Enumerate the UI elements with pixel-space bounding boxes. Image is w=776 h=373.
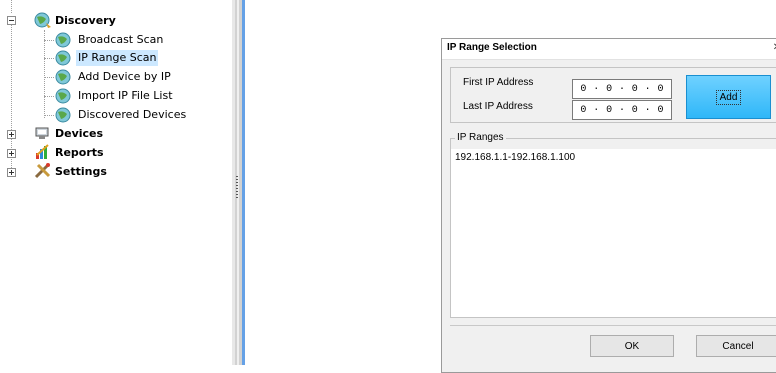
ip-octet: 0 <box>606 83 613 95</box>
tree-item-reports[interactable]: Reports <box>53 145 106 161</box>
close-icon[interactable]: ✕ <box>770 41 776 55</box>
expand-toggle-settings[interactable] <box>7 168 16 177</box>
tree-item-discovery[interactable]: Discovery <box>53 13 118 29</box>
ip-dot: · <box>593 104 600 116</box>
splitter-grip-icon <box>236 176 238 198</box>
reports-icon <box>36 144 49 159</box>
ip-octet: 0 <box>657 104 664 116</box>
expand-toggle-reports[interactable] <box>7 149 16 158</box>
divider <box>450 325 776 326</box>
last-ip-label: Last IP Address <box>463 101 533 112</box>
settings-icon <box>34 163 51 179</box>
ip-dot: · <box>593 83 600 95</box>
cancel-button[interactable]: Cancel <box>696 335 776 357</box>
globe-icon <box>55 69 71 85</box>
navigation-tree: Discovery Broadcast Scan IP Range Scan A… <box>0 0 233 365</box>
ip-dot: · <box>644 104 651 116</box>
add-button[interactable]: Add <box>686 75 771 119</box>
ip-ranges-list[interactable]: 192.168.1.1-192.168.1.100 <box>451 149 776 317</box>
tree-connector <box>44 77 54 78</box>
tree-item-devices[interactable]: Devices <box>53 126 105 142</box>
panel-edge <box>242 0 245 365</box>
tree-connector <box>44 115 54 116</box>
ip-range-selection-dialog: IP Range Selection ✕ First IP Address La… <box>441 38 776 373</box>
devices-icon <box>35 127 49 139</box>
ip-octet: 0 <box>631 104 638 116</box>
first-ip-field[interactable]: 0 · 0 · 0 · 0 <box>572 79 672 99</box>
ip-ranges-legend: IP Ranges <box>455 132 506 143</box>
tree-connector <box>44 30 45 118</box>
tree-connector <box>44 96 54 97</box>
collapse-toggle-discovery[interactable] <box>7 16 16 25</box>
expand-toggle-devices[interactable] <box>7 130 16 139</box>
ip-dot: · <box>644 83 651 95</box>
dialog-title-bar[interactable]: IP Range Selection ✕ <box>442 39 776 60</box>
list-item[interactable]: 192.168.1.1-192.168.1.100 <box>455 152 575 163</box>
tree-item-discovered-devices[interactable]: Discovered Devices <box>76 107 188 123</box>
first-ip-label: First IP Address <box>463 77 534 88</box>
globe-icon <box>55 88 71 104</box>
ip-dot: · <box>618 83 625 95</box>
ok-button[interactable]: OK <box>590 335 674 357</box>
ip-octet: 0 <box>580 104 587 116</box>
ip-octet: 0 <box>657 83 664 95</box>
ip-octet: 0 <box>580 83 587 95</box>
tree-item-import-ip-file-list[interactable]: Import IP File List <box>76 88 175 104</box>
ip-ranges-group: IP Ranges 192.168.1.1-192.168.1.100 <box>450 132 776 318</box>
ip-dot: · <box>618 104 625 116</box>
panel-splitter[interactable] <box>232 0 242 365</box>
ok-button-label: OK <box>624 340 640 352</box>
tree-connector <box>44 58 54 59</box>
globe-icon <box>34 12 51 28</box>
tree-connector <box>44 40 54 41</box>
tree-item-settings[interactable]: Settings <box>53 164 109 180</box>
globe-icon <box>55 32 71 48</box>
ip-octet: 0 <box>631 83 638 95</box>
dialog-title: IP Range Selection <box>447 42 537 53</box>
tree-item-broadcast-scan[interactable]: Broadcast Scan <box>76 32 165 48</box>
globe-icon <box>55 107 71 123</box>
last-ip-field[interactable]: 0 · 0 · 0 · 0 <box>572 100 672 120</box>
globe-icon <box>55 50 71 66</box>
add-button-label: Add <box>715 89 742 105</box>
tree-connector <box>11 0 12 13</box>
cancel-button-label: Cancel <box>722 340 754 352</box>
ip-octet: 0 <box>606 104 613 116</box>
tree-item-add-device-by-ip[interactable]: Add Device by IP <box>76 69 173 85</box>
tree-item-ip-range-scan[interactable]: IP Range Scan <box>76 50 159 66</box>
